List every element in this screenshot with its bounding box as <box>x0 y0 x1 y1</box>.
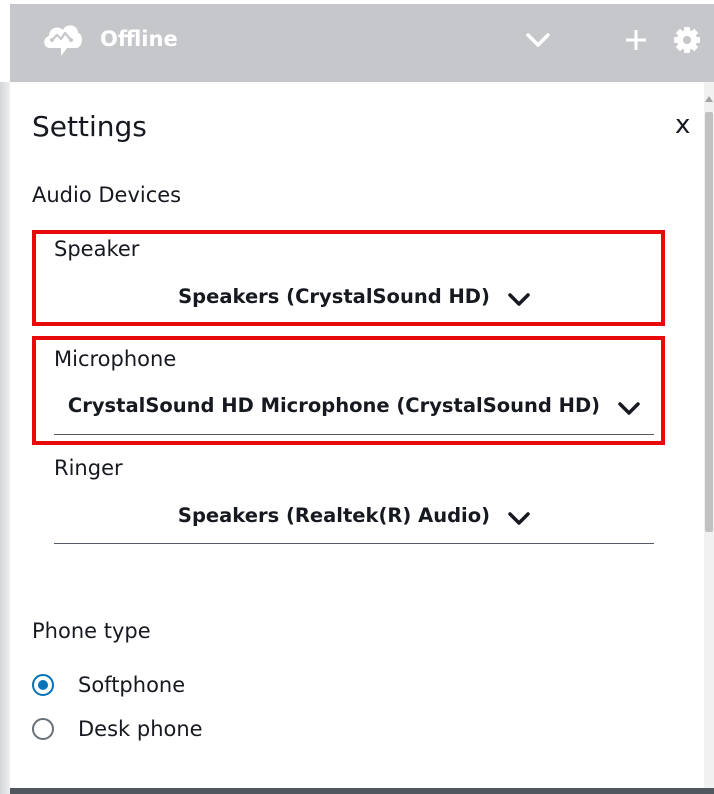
chevron-down-icon <box>508 289 530 306</box>
cloud-phone-icon <box>40 18 84 58</box>
desk-phone-radio[interactable] <box>32 718 54 740</box>
speaker-select[interactable]: Speakers (CrystalSound HD) <box>54 278 654 314</box>
audio-devices-heading: Audio Devices <box>32 183 182 207</box>
scroll-up-arrow-icon[interactable] <box>705 96 713 102</box>
microphone-label: Microphone <box>54 347 177 371</box>
desk-phone-option[interactable]: Desk phone <box>32 713 203 745</box>
plus-icon[interactable] <box>620 24 652 56</box>
ringer-select-value: Speakers (Realtek(R) Audio) <box>177 503 491 527</box>
left-edge-shadow <box>0 82 10 794</box>
ringer-select-underline <box>54 543 654 544</box>
chevron-down-icon <box>508 508 530 525</box>
chevron-down-icon <box>618 398 640 415</box>
bottom-border <box>10 788 714 794</box>
gear-icon[interactable] <box>671 24 703 56</box>
ringer-select[interactable]: Speakers (Realtek(R) Audio) <box>54 497 654 533</box>
microphone-select[interactable]: CrystalSound HD Microphone (CrystalSound… <box>54 387 654 423</box>
softphone-label: Softphone <box>78 673 186 697</box>
page-title: Settings <box>32 110 147 143</box>
phone-type-heading: Phone type <box>32 619 151 643</box>
ringer-label: Ringer <box>54 456 123 480</box>
speaker-label: Speaker <box>54 237 140 261</box>
scrollbar[interactable] <box>704 82 714 788</box>
close-button[interactable]: x <box>675 110 690 140</box>
softphone-radio[interactable] <box>32 674 54 696</box>
scroll-thumb[interactable] <box>705 112 713 532</box>
chevron-down-icon[interactable] <box>522 24 554 56</box>
softphone-option[interactable]: Softphone <box>32 669 185 701</box>
top-bar: Offline <box>10 4 714 82</box>
desk-phone-label: Desk phone <box>78 717 203 741</box>
speaker-select-value: Speakers (CrystalSound HD) <box>178 284 490 308</box>
microphone-select-underline <box>54 434 654 435</box>
microphone-select-value: CrystalSound HD Microphone (CrystalSound… <box>67 393 601 417</box>
connection-status: Offline <box>100 27 178 51</box>
